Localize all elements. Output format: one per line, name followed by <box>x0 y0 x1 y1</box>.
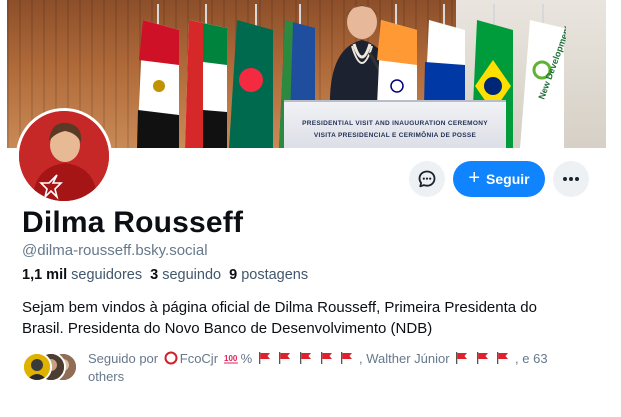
red-flag-icon <box>320 352 332 364</box>
profile-bio: Sejam bem vindos à página oficial de Dil… <box>22 297 592 339</box>
avatar[interactable] <box>16 108 112 204</box>
message-bubble-icon <box>418 170 436 188</box>
following-label: seguindo <box>162 267 222 283</box>
hundred-points-icon: 100 <box>223 354 238 364</box>
display-name: Dilma Rousseff <box>22 206 244 239</box>
followed-by-prefix: Seguido por <box>88 351 159 366</box>
red-circle-icon <box>164 351 178 365</box>
plus-icon: + <box>468 167 481 189</box>
podium-text-en: PRESIDENTIAL VISIT AND INAUGURATION CERE… <box>302 120 488 127</box>
followed-by-text: Seguido por FcoCjr 100% , Walther Júnior… <box>88 350 568 386</box>
red-flag-icon <box>279 352 291 364</box>
profile-stats: 1,1 mil seguidores 3 seguindo 9 postagen… <box>22 267 316 283</box>
posts-stat: 9 postagens <box>229 267 308 283</box>
follower-avatar <box>22 352 52 382</box>
red-flag-icon <box>258 352 270 364</box>
egypt-flag-icon <box>137 20 179 148</box>
followed-by-others: others <box>88 369 125 384</box>
followers-stat[interactable]: 1,1 mil seguidores <box>22 267 142 283</box>
red-flag-icon <box>300 352 312 364</box>
bangladesh-flag-icon <box>229 20 273 148</box>
follow-button[interactable]: + Seguir <box>453 161 545 197</box>
svg-text:100: 100 <box>224 354 238 363</box>
bio-line: Sejam bem vindos à página oficial de Dil… <box>22 299 537 316</box>
podium: PRESIDENTIAL VISIT AND INAUGURATION CERE… <box>284 100 506 148</box>
following-stat[interactable]: 3 seguindo <box>150 267 221 283</box>
following-count: 3 <box>150 267 159 283</box>
posts-label: postagens <box>241 267 309 283</box>
uae-flag-icon <box>185 20 227 148</box>
follower-name-1-suffix: % <box>240 351 253 366</box>
red-flag-icon <box>476 352 488 364</box>
posts-count: 9 <box>229 267 238 283</box>
ndb-banner-icon: New Development <box>520 20 566 148</box>
followed-by-suffix: , e 63 <box>515 351 548 366</box>
more-options-button[interactable] <box>553 161 589 197</box>
bio-line: Brasil. Presidenta do Novo Banco de Dese… <box>22 320 433 337</box>
ellipsis-icon <box>563 177 579 181</box>
red-flag-icon <box>497 352 509 364</box>
followed-by-section[interactable]: Seguido por FcoCjr 100% , Walther Júnior… <box>22 350 582 386</box>
follower-name-2[interactable]: Walther Júnior <box>366 351 449 366</box>
profile-handle: @dilma-rousseff.bsky.social <box>22 242 208 259</box>
avatar-portrait <box>19 111 109 201</box>
follower-name-1[interactable]: FcoCjr <box>180 351 218 366</box>
followers-label: seguidores <box>71 267 143 283</box>
followed-by-separator: , <box>358 351 363 366</box>
followers-count: 1,1 mil <box>22 267 68 283</box>
red-flag-icon <box>456 352 468 364</box>
red-flag-icon <box>341 352 353 364</box>
podium-text-pt: VISITA PRESIDENCIAL E CERIMÔNIA DE POSSE <box>313 132 477 139</box>
follow-button-label: Seguir <box>486 171 530 187</box>
message-button[interactable] <box>409 161 445 197</box>
